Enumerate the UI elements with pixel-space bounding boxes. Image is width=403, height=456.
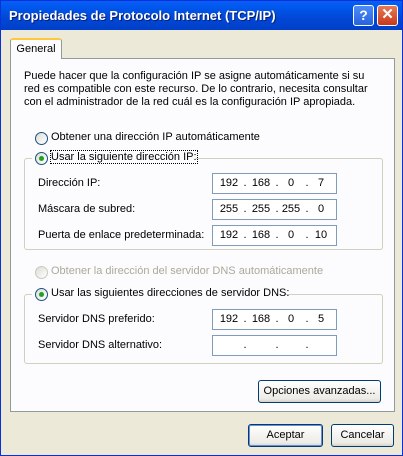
octet-1: 192 <box>219 229 239 241</box>
alternate-dns-label: Servidor DNS alternativo: <box>38 339 163 351</box>
separator: . <box>243 339 247 351</box>
octet-3: 0 <box>287 177 295 189</box>
octet-3: 0 <box>287 313 295 325</box>
radio-ip-manual-label[interactable]: Usar la siguiente dirección IP: <box>50 150 198 164</box>
separator: . <box>243 177 247 189</box>
octet-2: 168 <box>251 177 271 189</box>
cancel-button[interactable]: Cancelar <box>331 424 394 447</box>
octet-4: 0 <box>317 203 325 215</box>
octet-2: 168 <box>251 313 271 325</box>
gateway-label: Puerta de enlace predeterminada: <box>38 229 205 241</box>
advanced-options-button[interactable]: Opciones avanzadas... <box>258 380 381 403</box>
octet-2: 255 <box>251 203 271 215</box>
radio-dns-manual[interactable] <box>35 288 48 301</box>
preferred-dns-input[interactable]: 192. 168. 0. 5 <box>212 309 337 330</box>
window-title: Propiedades de Protocolo Internet (TCP/I… <box>9 8 276 23</box>
tab-general[interactable]: General <box>10 38 62 59</box>
separator: . <box>243 229 247 241</box>
octet-4: 7 <box>317 177 325 189</box>
question-mark-icon: ? <box>359 7 368 23</box>
ok-button[interactable]: Aceptar <box>248 424 323 447</box>
preferred-dns-label: Servidor DNS preferido: <box>38 313 155 325</box>
octet-3: 0 <box>287 229 295 241</box>
radio-ip-auto-label[interactable]: Obtener una dirección IP automáticamente <box>51 131 260 143</box>
separator: . <box>275 339 279 351</box>
gateway-input[interactable]: 192. 168. 0. 10 <box>212 225 337 246</box>
subnet-mask-label: Máscara de subred: <box>38 203 136 215</box>
close-button[interactable]: ✕ <box>377 5 398 26</box>
radio-dns-auto[interactable] <box>35 266 48 279</box>
radio-ip-manual[interactable] <box>35 152 48 165</box>
description-text: Puede hacer que la configuración IP se a… <box>24 70 368 108</box>
close-icon: ✕ <box>381 6 394 23</box>
separator: . <box>243 203 247 215</box>
separator: . <box>243 313 247 325</box>
octet-3: 255 <box>281 203 301 215</box>
help-button[interactable]: ? <box>353 5 374 26</box>
octet-2: 168 <box>251 229 271 241</box>
title-bar[interactable]: Propiedades de Protocolo Internet (TCP/I… <box>1 1 402 30</box>
radio-dns-auto-label[interactable]: Obtener la dirección del servidor DNS au… <box>51 265 323 277</box>
octet-1: 192 <box>219 177 239 189</box>
dialog-window: Propiedades de Protocolo Internet (TCP/I… <box>0 0 403 456</box>
subnet-mask-input[interactable]: 255. 255. 255. 0 <box>212 199 337 220</box>
octet-4: 5 <box>317 313 325 325</box>
octet-1: 192 <box>219 313 239 325</box>
octet-1: 255 <box>219 203 239 215</box>
ip-address-input[interactable]: 192. 168. 0. 7 <box>212 173 337 194</box>
alternate-dns-input[interactable]: ... <box>212 335 337 356</box>
radio-ip-auto[interactable] <box>35 132 48 145</box>
ip-address-label: Dirección IP: <box>38 177 101 189</box>
separator: . <box>305 339 309 351</box>
radio-dns-manual-label[interactable]: Usar las siguientes direcciones de servi… <box>51 287 289 299</box>
octet-4: 10 <box>314 229 328 241</box>
